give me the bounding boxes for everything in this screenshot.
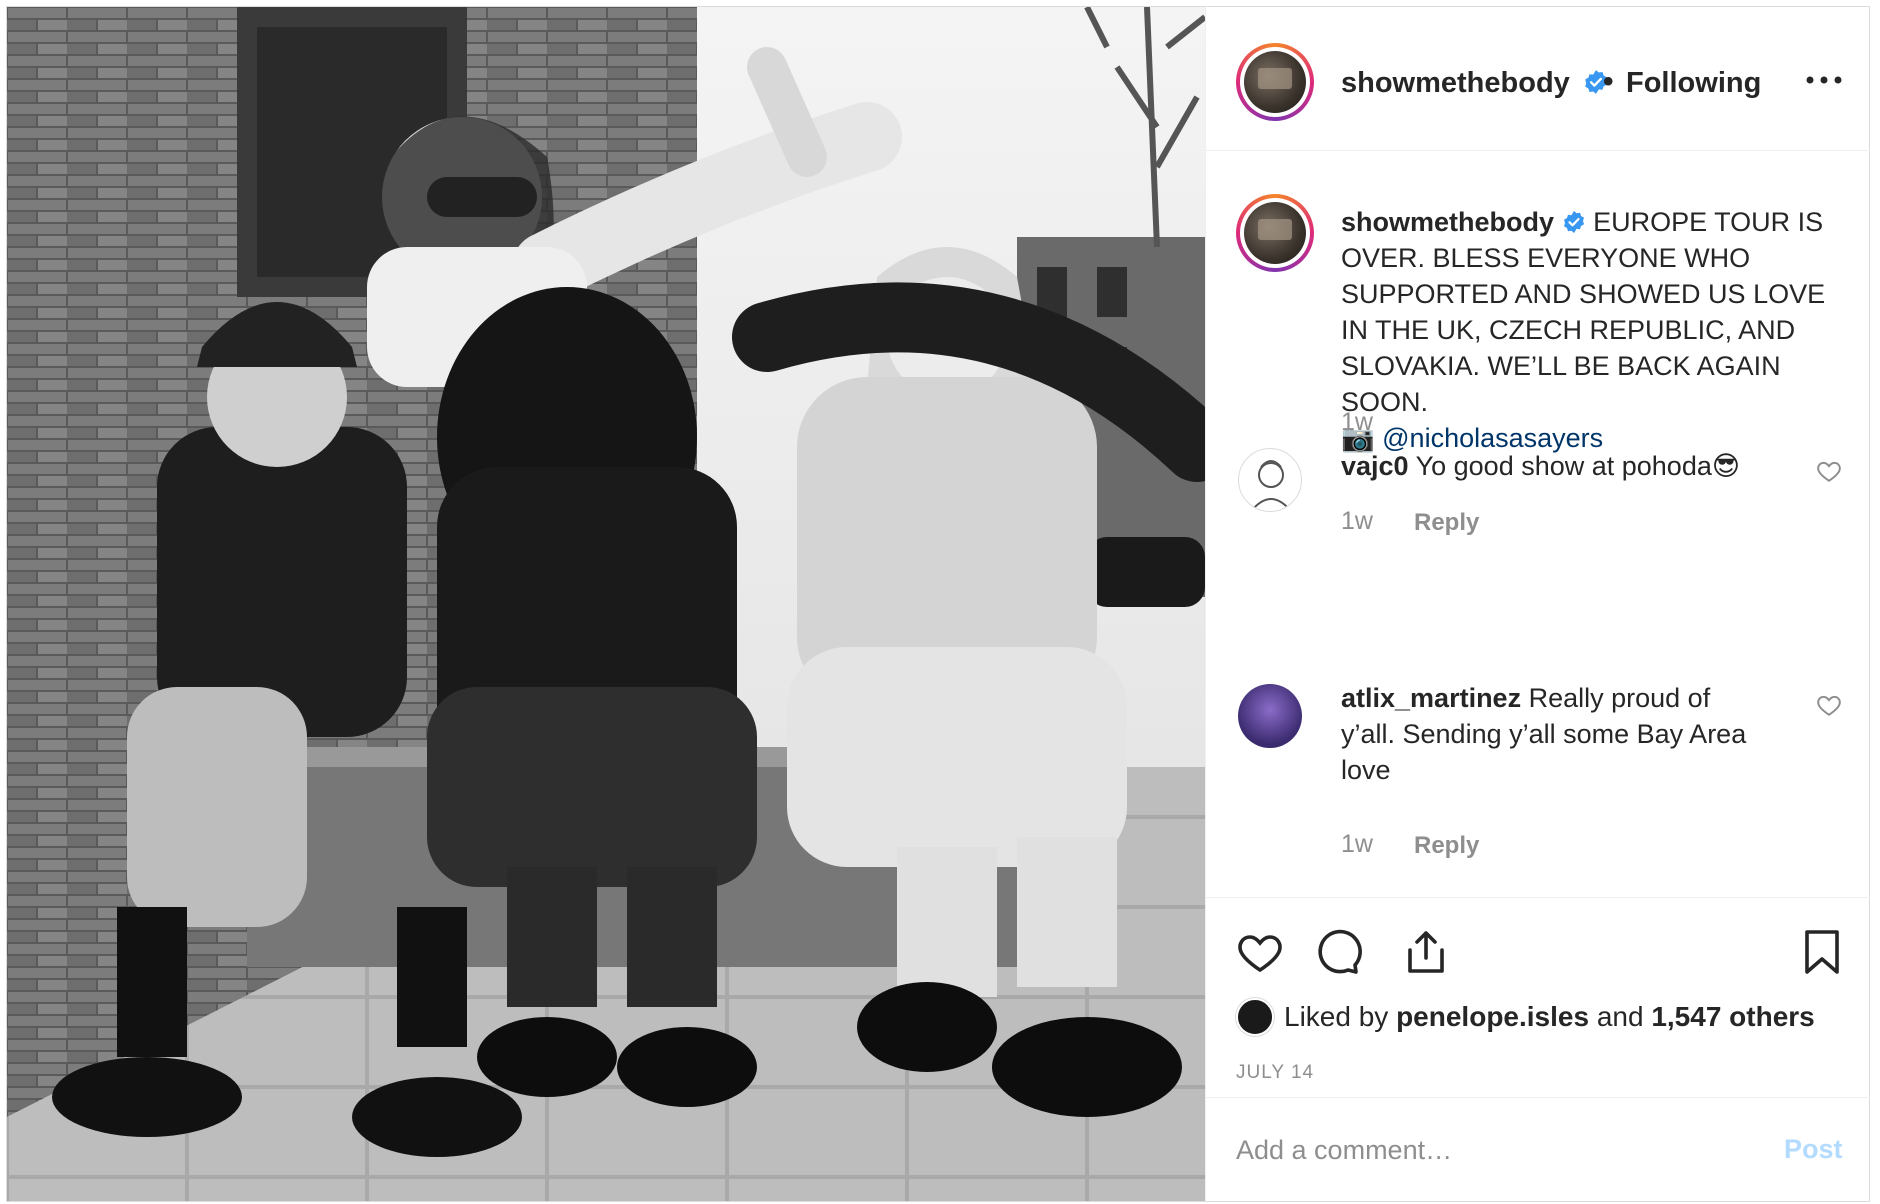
author-username[interactable]: showmethebody — [1341, 67, 1570, 100]
likes-summary: Liked by penelope.isles and 1,547 others — [1236, 998, 1815, 1036]
comment-age: 1w — [1341, 507, 1373, 535]
likes-prefix: Liked by — [1284, 1001, 1389, 1032]
commenter-avatar[interactable] — [1238, 448, 1302, 512]
verified-badge-icon — [1563, 211, 1584, 233]
following-button[interactable]: Following — [1626, 67, 1761, 100]
comment-age: 1w — [1341, 830, 1373, 858]
author-avatar[interactable] — [1236, 43, 1314, 121]
caption-username[interactable]: showmethebody — [1341, 207, 1554, 237]
post-actions: Liked by penelope.isles and 1,547 others… — [1206, 897, 1870, 1097]
likes-conjunction: and — [1596, 1001, 1644, 1032]
caption-line: OVER. BLESS EVERYONE WHO — [1341, 243, 1751, 273]
commenter-username[interactable]: vajc0 — [1341, 451, 1409, 481]
caption-author-avatar[interactable] — [1236, 194, 1314, 272]
post-photo[interactable] — [7, 7, 1205, 1201]
comments-section: showmethebody EUROPE TOUR IS OVER. BLESS… — [1206, 152, 1870, 897]
comment-line: love — [1341, 755, 1391, 785]
caption-line: SOON. — [1341, 387, 1429, 417]
post-comment-button[interactable]: Post — [1784, 1134, 1843, 1165]
caption-line: SUPPORTED AND SHOWED US LOVE — [1341, 279, 1826, 309]
caption-line: IN THE UK, CZECH REPUBLIC, AND — [1341, 315, 1796, 345]
more-options-icon[interactable] — [1802, 65, 1846, 95]
caption-line: SLOVAKIA. WE’LL BE BACK AGAIN — [1341, 351, 1781, 381]
share-icon[interactable] — [1402, 928, 1450, 976]
liker-username[interactable]: penelope.isles — [1396, 1001, 1589, 1033]
header-separator: • — [1603, 65, 1614, 98]
post-side-panel: showmethebody • Following showmethebody … — [1205, 7, 1870, 1201]
likes-count-link[interactable]: 1,547 others — [1651, 1001, 1814, 1033]
heart-icon[interactable] — [1236, 928, 1284, 976]
comment-line: Really proud of — [1528, 683, 1711, 713]
reply-button[interactable]: Reply — [1414, 509, 1479, 537]
comment: atlix_martinez Really proud of y’all. Se… — [1341, 680, 1781, 788]
reply-button[interactable]: Reply — [1414, 832, 1479, 860]
comment-icon[interactable] — [1314, 928, 1362, 976]
caption: showmethebody EUROPE TOUR IS OVER. BLESS… — [1341, 204, 1851, 456]
caption-age: 1w — [1341, 408, 1373, 436]
like-comment-heart-icon[interactable] — [1816, 692, 1842, 718]
like-comment-heart-icon[interactable] — [1816, 458, 1842, 484]
bookmark-icon[interactable] — [1798, 928, 1846, 976]
post-date: JULY 14 — [1236, 1062, 1315, 1083]
comment-text: Yo good show at pohoda — [1415, 451, 1712, 481]
commenter-avatar[interactable] — [1238, 684, 1302, 748]
caption-line: EUROPE TOUR IS — [1593, 207, 1824, 237]
comment-line: y’all. Sending y’all some Bay Area — [1341, 719, 1747, 749]
add-comment-bar: Post — [1206, 1097, 1870, 1201]
band-photo-illustration — [7, 7, 1205, 1201]
instagram-post: showmethebody • Following showmethebody … — [6, 6, 1870, 1202]
post-header: showmethebody • Following — [1206, 7, 1870, 151]
sunglasses-emoji: 😎 — [1711, 451, 1741, 481]
liker-avatar[interactable] — [1236, 998, 1274, 1036]
commenter-username[interactable]: atlix_martinez — [1341, 683, 1521, 713]
add-comment-input[interactable] — [1236, 1122, 1736, 1178]
comment: vajc0 Yo good show at pohoda😎 — [1341, 448, 1740, 484]
